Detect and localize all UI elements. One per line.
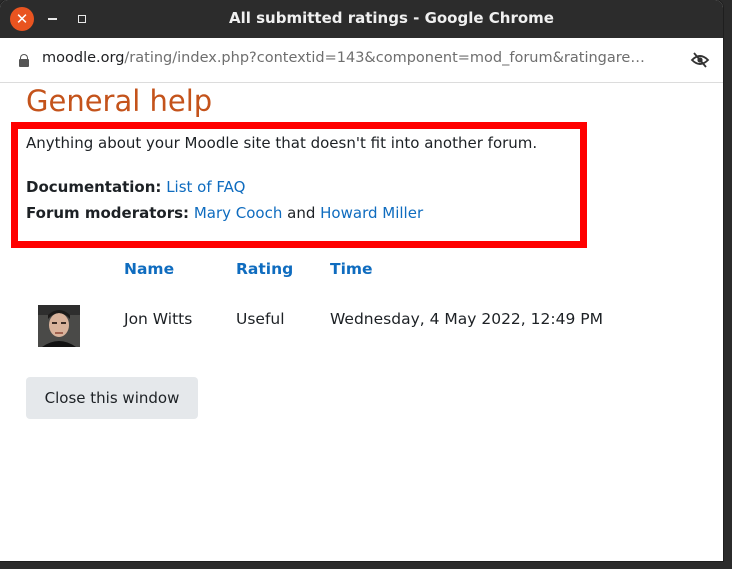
url-text[interactable]: moodle.org/rating/index.php?contextid=14… <box>42 50 672 66</box>
user-avatar[interactable] <box>38 305 80 347</box>
title-bar: ✕ All submitted ratings - Google Chrome <box>0 0 723 38</box>
url-path: /rating/index.php?contextid=143&componen… <box>124 50 645 66</box>
address-bar[interactable]: moodle.org/rating/index.php?contextid=14… <box>0 38 723 83</box>
red-highlight-box <box>11 122 587 248</box>
lock-icon[interactable] <box>19 54 29 67</box>
eye-off-icon[interactable] <box>690 51 710 69</box>
rating-row-name: Jon Witts <box>124 310 193 328</box>
browser-window: ✕ All submitted ratings - Google Chrome … <box>0 0 723 561</box>
column-header-name[interactable]: Name <box>124 260 174 278</box>
close-window-button[interactable]: Close this window <box>26 377 198 419</box>
rating-row-rating: Useful <box>236 310 285 328</box>
page-title: General help <box>26 84 213 118</box>
url-host: moodle.org <box>42 50 125 66</box>
column-header-time[interactable]: Time <box>330 260 373 278</box>
window-title: All submitted ratings - Google Chrome <box>229 9 554 27</box>
page-content: General help Anything about your Moodle … <box>0 84 723 561</box>
rating-row-time: Wednesday, 4 May 2022, 12:49 PM <box>330 310 603 328</box>
column-header-rating[interactable]: Rating <box>236 260 293 278</box>
